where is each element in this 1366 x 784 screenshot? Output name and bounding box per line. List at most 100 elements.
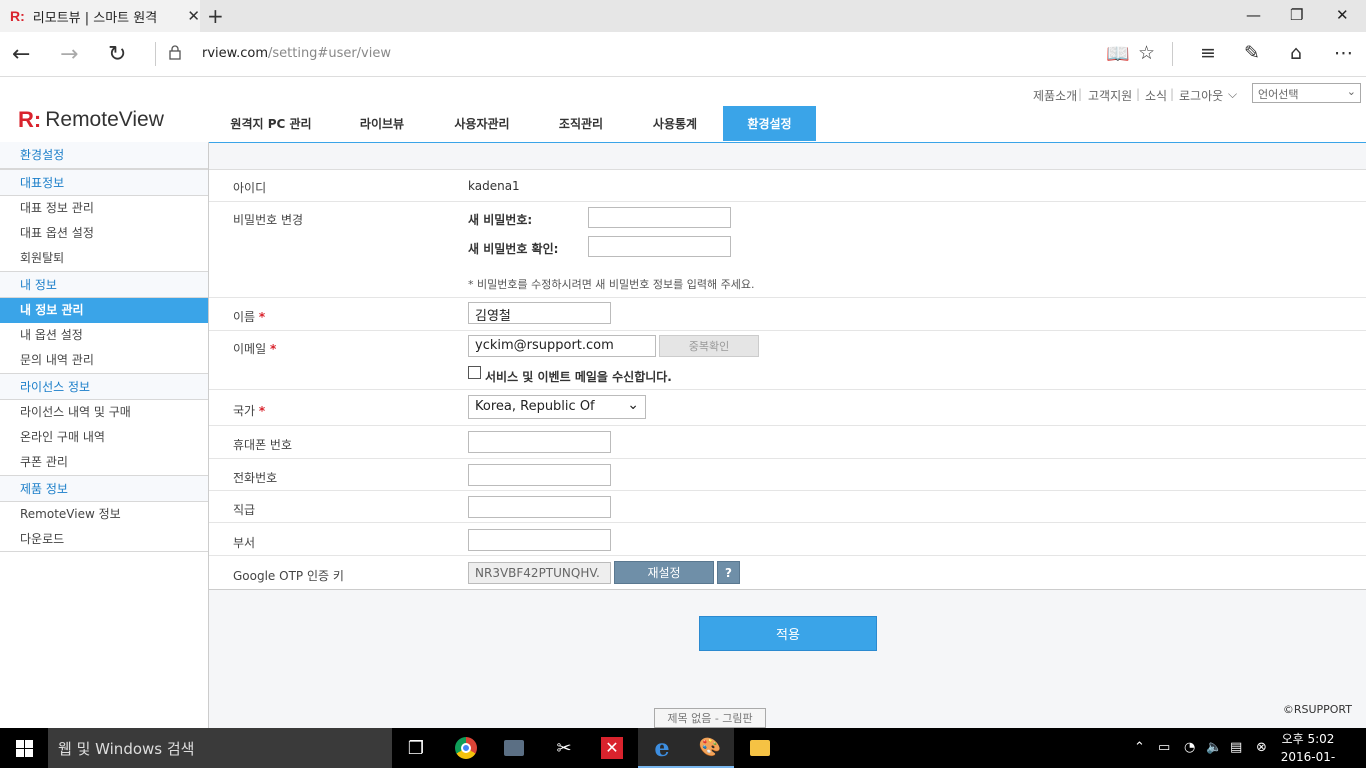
country-label: 국가 * xyxy=(233,404,266,418)
row-position: 직급 xyxy=(209,491,1366,523)
sidebar-item-online-purchase[interactable]: 온라인 구매 내역 xyxy=(0,425,208,450)
util-link-products[interactable]: 제품소개 xyxy=(1033,87,1077,104)
forward-icon[interactable]: → xyxy=(60,42,78,67)
tab-title: 리모트뷰 | 스마트 원격 xyxy=(32,10,158,26)
tab-close-icon[interactable]: ✕ xyxy=(187,7,200,25)
nav-org-manage[interactable]: 조직관리 xyxy=(540,106,622,141)
favorite-star-icon[interactable]: ☆ xyxy=(1138,42,1155,64)
folder-icon[interactable] xyxy=(736,728,784,768)
window-close-icon[interactable]: ✕ xyxy=(1336,6,1349,24)
new-password-confirm-label: 새 비밀번호 확인: xyxy=(468,242,559,256)
browser-tab[interactable]: R: 리모트뷰 | 스마트 원격 ✕ xyxy=(0,0,200,32)
mobile-label: 휴대폰 번호 xyxy=(233,438,293,452)
tray-expand-icon[interactable]: ⌃ xyxy=(1134,740,1145,755)
battery-icon[interactable]: ▭ xyxy=(1158,740,1170,755)
sidebar-item-rep-options[interactable]: 대표 옵션 설정 xyxy=(0,221,208,246)
sidebar-item-my-info-manage[interactable]: 내 정보 관리 xyxy=(0,298,208,323)
otp-label: Google OTP 인증 키 xyxy=(233,569,344,583)
nav-user-manage[interactable]: 사용자관리 xyxy=(440,106,524,141)
otp-help-button[interactable]: ? xyxy=(717,561,740,584)
sidebar-item-download[interactable]: 다운로드 xyxy=(0,527,208,552)
action-center-icon[interactable]: ▤ xyxy=(1230,740,1242,755)
minimize-icon[interactable]: — xyxy=(1246,6,1261,24)
id-label: 아이디 xyxy=(233,181,267,195)
new-password-confirm-field[interactable] xyxy=(588,236,731,257)
sidebar-section-product[interactable]: 제품 정보 xyxy=(0,475,208,502)
position-field[interactable] xyxy=(468,496,611,518)
name-field[interactable]: 김영철 xyxy=(468,302,611,324)
taskbar: 웹 및 Windows 검색 ❐ ✂ ✕ e 🎨 ⌃ ▭ ◔ 🔈 ▤ ⊗ 오후 … xyxy=(0,728,1366,782)
browser-tab-strip: R: 리모트뷰 | 스마트 원격 ✕ + — ❐ ✕ xyxy=(0,0,1366,32)
share-icon[interactable]: ⌂ xyxy=(1290,42,1302,64)
url-field[interactable]: rview.com/setting#user/view xyxy=(202,46,391,61)
hub-icon[interactable]: ≡ xyxy=(1200,42,1216,64)
duplicate-check-button[interactable]: 중복확인 xyxy=(659,335,759,357)
volume-icon[interactable]: 🔈 xyxy=(1206,740,1222,755)
snipping-tool-icon[interactable]: ✂ xyxy=(540,728,588,768)
nav-liveview[interactable]: 라이브뷰 xyxy=(338,106,426,141)
chevron-down-icon[interactable]: ⌵ xyxy=(1228,87,1237,102)
windows-start-icon[interactable] xyxy=(0,728,48,768)
position-label: 직급 xyxy=(233,503,256,517)
sidebar-item-license-history[interactable]: 라이선스 내역 및 구매 xyxy=(0,400,208,425)
wifi-icon[interactable]: ◔ xyxy=(1184,740,1195,755)
util-link-support[interactable]: 고객지원 xyxy=(1088,87,1132,104)
country-select[interactable]: Korea, Republic Of ⌄ xyxy=(468,395,646,419)
xmind-icon[interactable]: ✕ xyxy=(588,728,636,768)
apply-button[interactable]: 적용 xyxy=(699,616,877,651)
sidebar-item-rview-info[interactable]: RemoteView 정보 xyxy=(0,502,208,527)
sidebar-item-inquiries[interactable]: 문의 내역 관리 xyxy=(0,348,208,373)
logo[interactable]: R: RemoteView xyxy=(18,107,164,133)
email-optin-label: 서비스 및 이벤트 메일을 수신합니다. xyxy=(485,370,672,384)
row-email: 이메일 * yckim@rsupport.com 중복확인 서비스 및 이벤트 … xyxy=(209,331,1366,390)
row-mobile: 휴대폰 번호 xyxy=(209,426,1366,459)
util-link-news[interactable]: 소식 xyxy=(1145,87,1167,104)
web-note-icon[interactable]: ✎ xyxy=(1244,42,1260,64)
email-field[interactable]: yckim@rsupport.com xyxy=(468,335,656,357)
paint-icon[interactable]: 🎨 xyxy=(686,728,734,768)
refresh-icon[interactable]: ↻ xyxy=(108,42,126,67)
nav-remote-pc[interactable]: 원격지 PC 관리 xyxy=(222,106,320,141)
sidebar-section-rep-info[interactable]: 대표정보 xyxy=(0,169,208,196)
nav-settings[interactable]: 환경설정 xyxy=(723,106,816,141)
row-phone: 전화번호 xyxy=(209,459,1366,491)
otp-reset-button[interactable]: 재설정 xyxy=(614,561,714,584)
site-header: 제품소개 | 고객지원 | 소식 | 로그아웃 ⌵ 언어선택 ⌄ R: Remot… xyxy=(0,77,1366,142)
sidebar-item-coupons[interactable]: 쿠폰 관리 xyxy=(0,450,208,475)
taskbar-tooltip: 제목 없음 - 그림판 xyxy=(654,708,766,728)
password-label: 비밀번호 변경 xyxy=(233,213,304,227)
sidebar-item-withdraw[interactable]: 회원탈퇴 xyxy=(0,246,208,271)
dept-field[interactable] xyxy=(468,529,611,551)
new-password-field[interactable] xyxy=(588,207,731,228)
user-info-form: 아이디 kadena1 비밀번호 변경 새 비밀번호: 새 비밀번호 확인: *… xyxy=(209,142,1366,590)
util-link-logout[interactable]: 로그아웃 xyxy=(1179,87,1223,104)
restore-icon[interactable]: ❐ xyxy=(1290,6,1303,24)
rview-favicon-icon: R: xyxy=(10,8,25,24)
dept-label: 부서 xyxy=(233,536,256,550)
nav-usage-stats[interactable]: 사용통계 xyxy=(634,106,716,141)
email-optin-checkbox[interactable] xyxy=(468,366,481,379)
chrome-icon[interactable] xyxy=(442,728,490,768)
sidebar-item-my-options[interactable]: 내 옵션 설정 xyxy=(0,323,208,348)
more-icon[interactable]: ⋯ xyxy=(1334,42,1353,64)
file-explorer-icon[interactable] xyxy=(490,728,538,768)
edge-icon[interactable]: e xyxy=(638,728,686,768)
language-select[interactable]: 언어선택 ⌄ xyxy=(1252,83,1361,103)
notification-icon[interactable]: ⊗ xyxy=(1256,740,1267,755)
taskbar-search[interactable]: 웹 및 Windows 검색 xyxy=(48,728,392,768)
sidebar-section-my-info[interactable]: 내 정보 xyxy=(0,271,208,298)
clock[interactable]: 오후 5:02 2016-01-27 xyxy=(1278,730,1338,784)
new-password-label: 새 비밀번호: xyxy=(468,213,533,227)
back-icon[interactable]: ← xyxy=(12,42,30,67)
new-tab-icon[interactable]: + xyxy=(207,4,224,28)
sidebar-section-license[interactable]: 라이선스 정보 xyxy=(0,373,208,400)
id-value: kadena1 xyxy=(468,179,520,193)
mobile-field[interactable] xyxy=(468,431,611,453)
phone-field[interactable] xyxy=(468,464,611,486)
phone-label: 전화번호 xyxy=(233,471,278,485)
row-name: 이름 * 김영철 xyxy=(209,298,1366,331)
reading-view-icon[interactable]: 📖 xyxy=(1106,42,1130,65)
main-content: 아이디 kadena1 비밀번호 변경 새 비밀번호: 새 비밀번호 확인: *… xyxy=(209,142,1366,728)
sidebar-item-rep-info-manage[interactable]: 대표 정보 관리 xyxy=(0,196,208,221)
task-view-icon[interactable]: ❐ xyxy=(392,728,440,768)
